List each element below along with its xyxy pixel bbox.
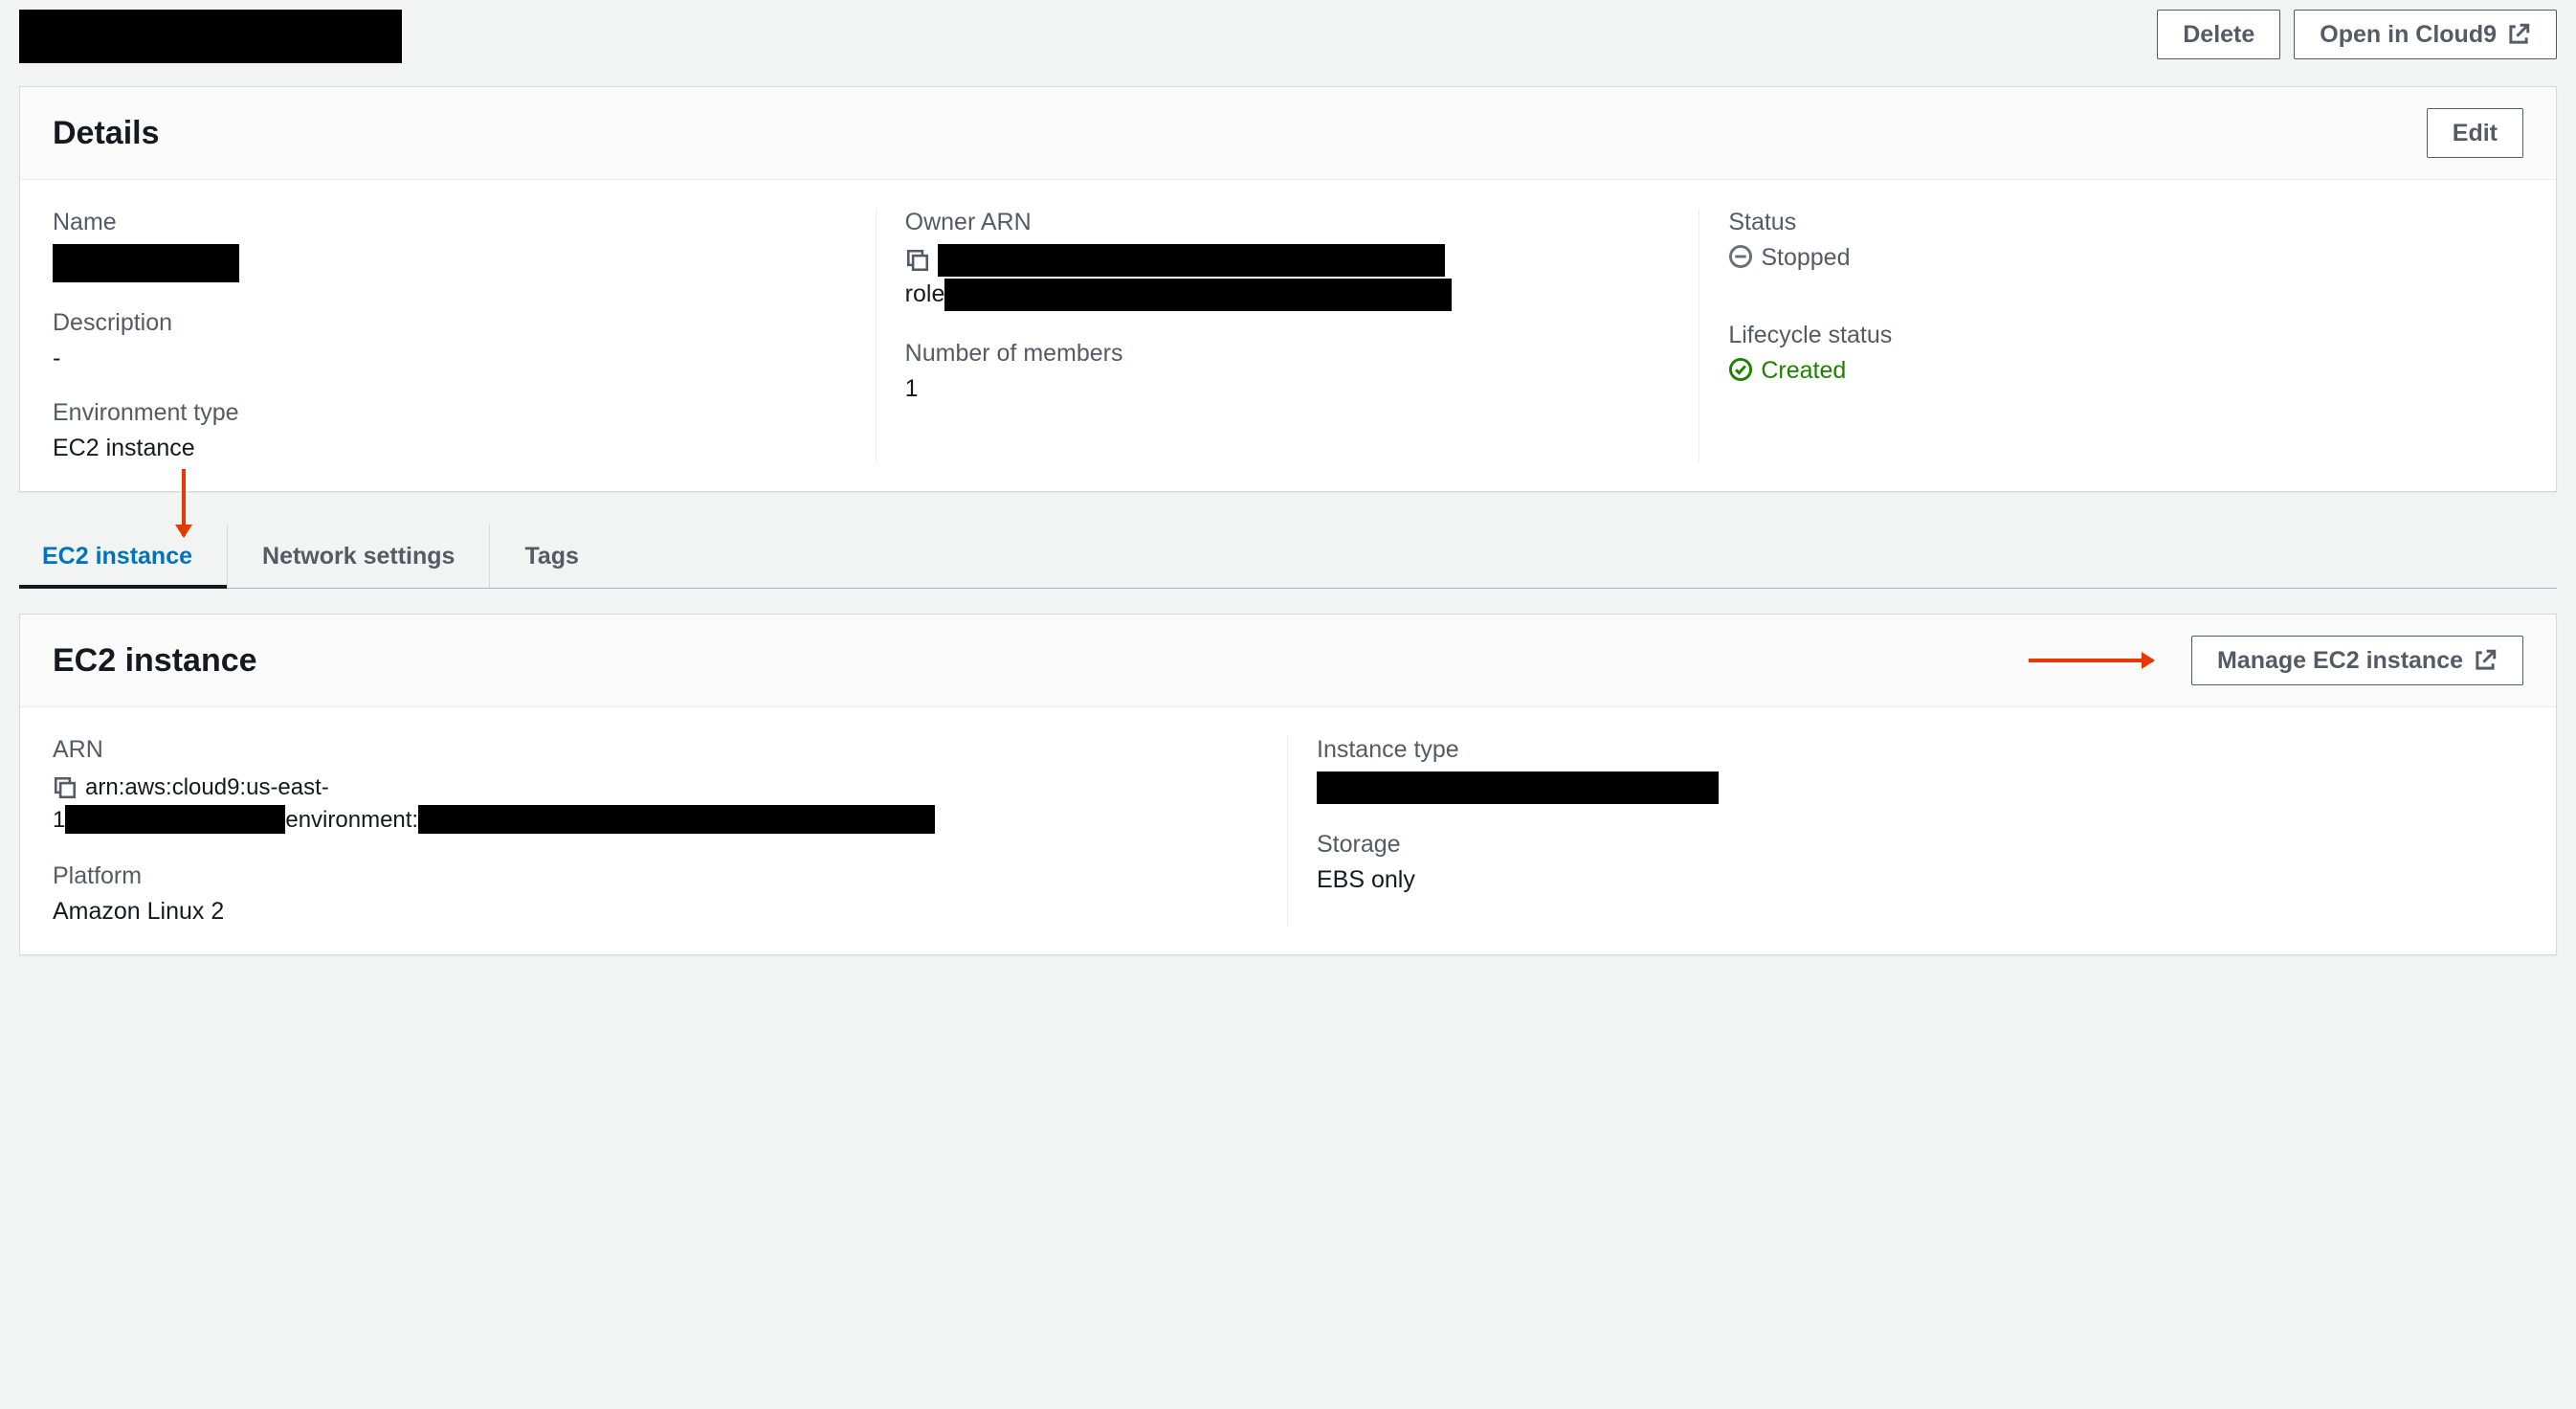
lifecycle-label: Lifecycle status [1728,322,2523,349]
annotation-arrow-right [2029,659,2153,662]
details-col2: Owner ARN role Number [877,209,1700,462]
field-storage: Storage EBS only [1317,831,2523,894]
tabs: EC2 instance Network settings Tags [19,525,2557,589]
copy-icon[interactable] [905,248,930,273]
ec2-col1: ARN arn:aws:cloud9:us-east- 1 environmen… [53,736,1288,926]
open-cloud9-label: Open in Cloud9 [2320,20,2497,49]
env-type-value: EC2 instance [53,435,847,462]
ec2-col2: Instance type Storage EBS only [1288,736,2523,926]
lifecycle-value: Created [1761,357,1846,385]
status-value-row: Stopped [1728,244,2523,272]
tab-network-settings[interactable]: Network settings [228,525,490,588]
field-owner-arn: Owner ARN role [905,209,1671,313]
field-members: Number of members 1 [905,340,1671,403]
ec2-body: ARN arn:aws:cloud9:us-east- 1 environmen… [20,707,2556,954]
field-instance-type: Instance type [1317,736,2523,804]
description-label: Description [53,309,847,337]
details-body: Name Description - Environment type EC2 … [20,180,2556,491]
details-panel: Details Edit Name Description - Environm… [19,86,2557,492]
manage-ec2-label: Manage EC2 instance [2217,646,2463,675]
manage-ec2-button[interactable]: Manage EC2 instance [2191,636,2523,685]
field-lifecycle: Lifecycle status Created [1728,322,2523,385]
storage-label: Storage [1317,831,2523,859]
copy-icon[interactable] [53,775,78,800]
owner-arn-value: role [905,244,1671,313]
field-arn: ARN arn:aws:cloud9:us-east- 1 environmen… [53,736,1258,836]
platform-label: Platform [53,862,1258,890]
field-platform: Platform Amazon Linux 2 [53,862,1258,926]
delete-button[interactable]: Delete [2157,10,2280,59]
field-env-type: Environment type EC2 instance [53,399,847,462]
page-title-redacted [19,10,402,63]
stopped-icon [1728,244,1753,269]
field-description: Description - [53,309,847,372]
status-label: Status [1728,209,2523,236]
owner-arn-label: Owner ARN [905,209,1671,236]
page-header: Delete Open in Cloud9 [19,0,2557,86]
arn-line2-mid: environment: [285,804,418,837]
arn-value: arn:aws:cloud9:us-east- 1 environment: [53,772,1258,836]
arn-line2-prefix: 1 [53,804,65,837]
external-link-icon [2473,648,2498,673]
details-title: Details [53,115,160,152]
arn-line1: arn:aws:cloud9:us-east- [85,772,329,804]
open-cloud9-button[interactable]: Open in Cloud9 [2294,10,2557,59]
ec2-title: EC2 instance [53,642,257,680]
details-header: Details Edit [20,87,2556,180]
tab-tags[interactable]: Tags [490,525,613,588]
owner-arn-prefix: role [905,280,945,307]
description-value: - [53,345,847,372]
field-name: Name [53,209,847,282]
status-value: Stopped [1761,244,1850,272]
env-type-label: Environment type [53,399,847,427]
tab-ec2-instance[interactable]: EC2 instance [19,525,228,588]
ec2-header: EC2 instance Manage EC2 instance [20,615,2556,707]
details-col1: Name Description - Environment type EC2 … [53,209,877,462]
members-value: 1 [905,375,1671,403]
members-label: Number of members [905,340,1671,368]
platform-value: Amazon Linux 2 [53,898,1258,926]
instance-type-label: Instance type [1317,736,2523,764]
details-col3: Status Stopped Lifecycle status C [1699,209,2523,462]
external-link-icon [2506,22,2531,47]
lifecycle-value-row: Created [1728,357,2523,385]
field-status: Status Stopped [1728,209,2523,272]
name-label: Name [53,209,847,236]
header-actions: Delete Open in Cloud9 [2157,10,2557,59]
name-value [53,244,847,282]
success-icon [1728,357,1753,382]
instance-type-value [1317,772,2523,804]
edit-button[interactable]: Edit [2427,108,2523,158]
storage-value: EBS only [1317,866,2523,894]
arn-label: ARN [53,736,1258,764]
ec2-panel: EC2 instance Manage EC2 instance ARN [19,614,2557,955]
